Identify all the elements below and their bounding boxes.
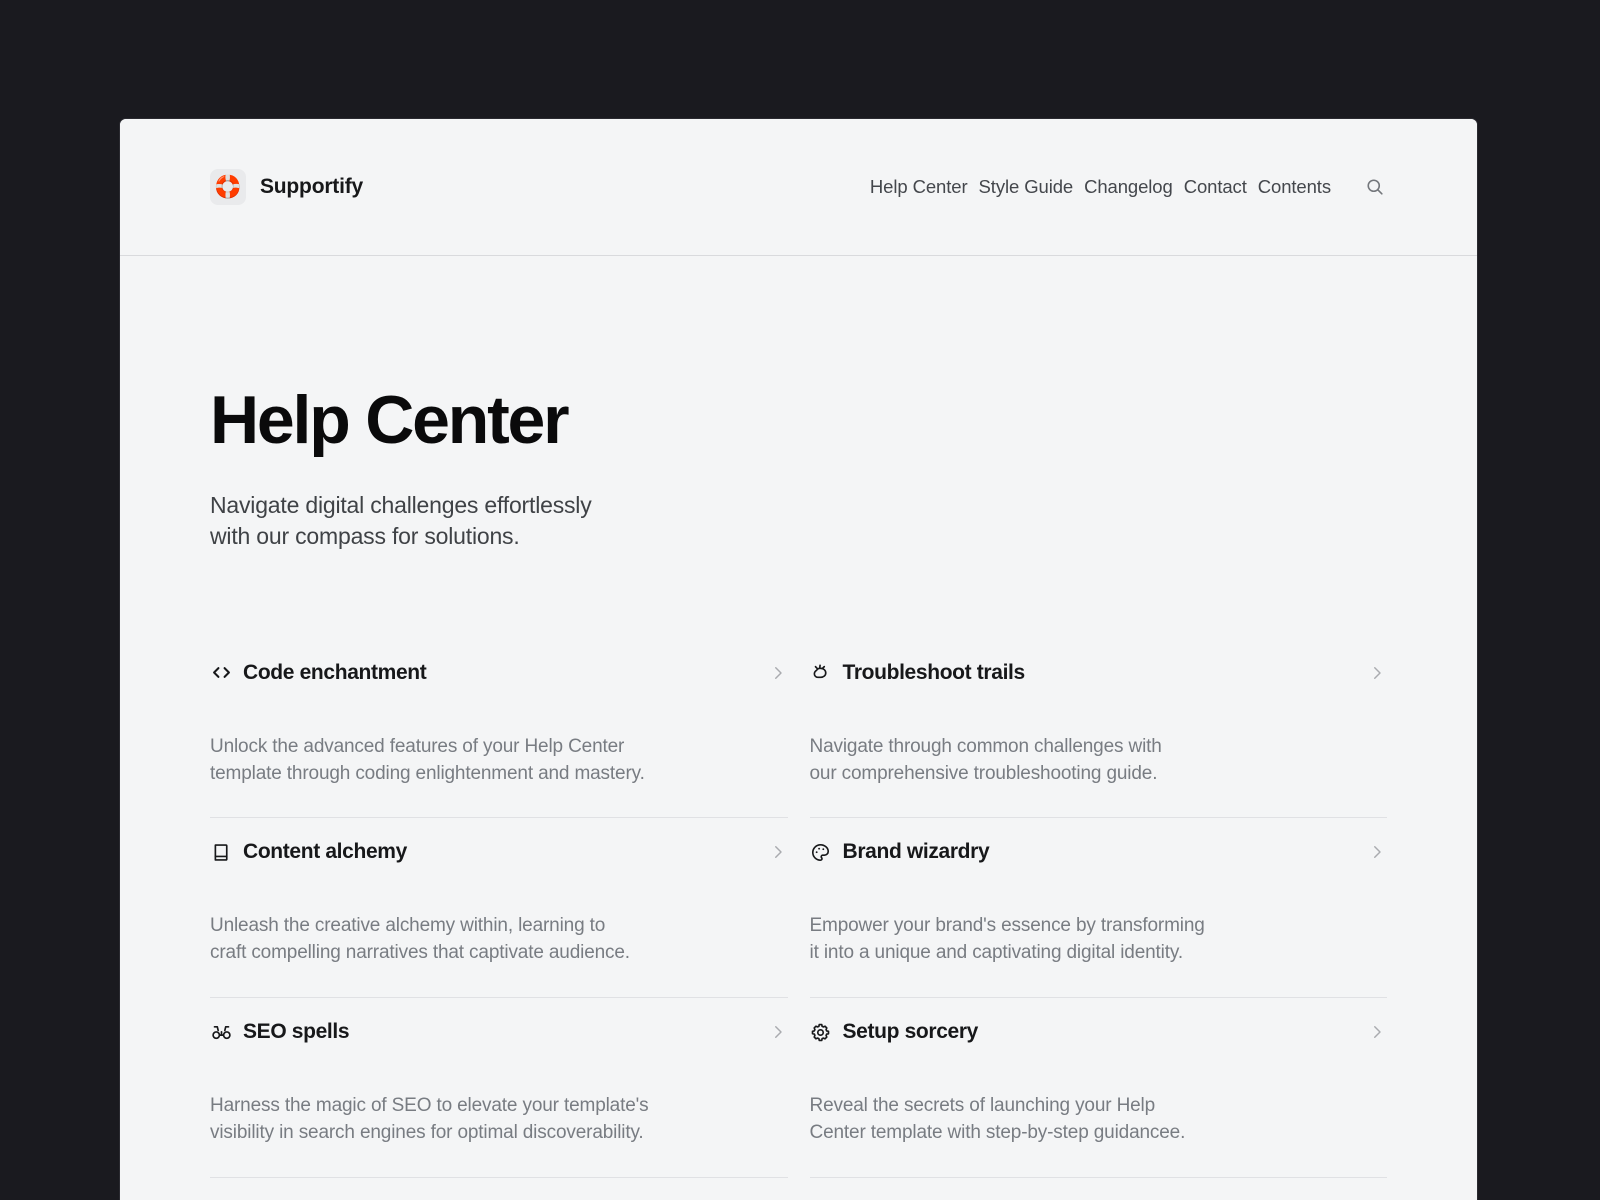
topic-card-seo-spells[interactable]: SEO spells Harness the magic of SEO to e… (210, 998, 788, 1179)
nav-item-style-guide[interactable]: Style Guide (979, 176, 1074, 198)
nav-item-changelog[interactable]: Changelog (1084, 176, 1173, 198)
chevron-right-icon (768, 663, 788, 683)
brand-name: Supportify (260, 175, 363, 198)
page-title: Help Center (210, 382, 570, 458)
topic-description: Reveal the secrets of launching your Hel… (809, 1095, 1186, 1144)
topic-description: Empower your brand's essence by transfor… (809, 915, 1205, 964)
topic-header: Code enchantment (210, 661, 788, 685)
code-icon (210, 662, 232, 684)
page-subtitle: Navigate digital challenges effortlessly… (210, 492, 592, 550)
search-icon[interactable] (1363, 175, 1387, 199)
screenshot-stage: 🛟 Supportify Help Center Style Guide Cha… (0, 0, 1600, 1200)
topic-title: Troubleshoot trails (842, 660, 1026, 684)
lifebuoy-icon: 🛟 (210, 169, 246, 205)
chevron-right-icon (768, 1022, 788, 1042)
page-viewport: 🛟 Supportify Help Center Style Guide Cha… (120, 119, 1477, 1200)
binoculars-icon (210, 1021, 232, 1043)
topic-card-brand-wizardry[interactable]: Brand wizardry Empower your brand's esse… (809, 818, 1388, 999)
topic-description: Harness the magic of SEO to elevate your… (210, 1095, 649, 1144)
topic-header: Brand wizardry (810, 840, 1388, 864)
topic-header: Setup sorcery (810, 1020, 1388, 1044)
nav-item-contact[interactable]: Contact (1184, 176, 1247, 198)
site-header: 🛟 Supportify Help Center Style Guide Cha… (120, 119, 1477, 256)
topic-description: Unlock the advanced features of your Hel… (210, 735, 645, 784)
topic-card-setup-sorcery[interactable]: Setup sorcery Reveal the secrets of laun… (809, 998, 1388, 1179)
chevron-right-icon (1367, 842, 1387, 862)
topic-header: SEO spells (210, 1020, 788, 1044)
chevron-right-icon (768, 842, 788, 862)
topic-grid: Code enchantment Unlock the advanced fea… (120, 661, 1477, 1179)
book-icon (210, 841, 232, 863)
hero-section: Help Center Navigate digital challenges … (120, 256, 1477, 553)
topic-card-code-enchantment[interactable]: Code enchantment Unlock the advanced fea… (210, 661, 788, 819)
chevron-right-icon (1367, 663, 1387, 683)
topic-title: Setup sorcery (842, 1020, 979, 1044)
topic-title: Code enchantment (243, 660, 427, 684)
topic-column-right: Troubleshoot trails Navigate through com… (809, 661, 1388, 1179)
brand-logo-link[interactable]: 🛟 Supportify (210, 169, 363, 205)
topic-description: Unleash the creative alchemy within, lea… (210, 915, 630, 964)
nav-item-help-center[interactable]: Help Center (870, 176, 968, 198)
gear-icon (810, 1021, 832, 1043)
topic-header: Content alchemy (210, 840, 788, 864)
topic-header: Troubleshoot trails (810, 661, 1388, 685)
topic-column-left: Code enchantment Unlock the advanced fea… (210, 661, 788, 1179)
topic-card-troubleshoot-trails[interactable]: Troubleshoot trails Navigate through com… (809, 661, 1388, 819)
topic-description: Navigate through common challenges with … (809, 735, 1162, 784)
topic-title: SEO spells (243, 1020, 350, 1044)
topic-title: Brand wizardry (842, 840, 990, 864)
topic-title: Content alchemy (243, 840, 407, 864)
topic-card-content-alchemy[interactable]: Content alchemy Unleash the creative alc… (210, 818, 788, 999)
palette-icon (810, 841, 832, 863)
chevron-right-icon (1367, 1022, 1387, 1042)
bug-icon (810, 662, 832, 684)
nav-item-contents[interactable]: Contents (1258, 176, 1331, 198)
primary-nav: Help Center Style Guide Changelog Contac… (870, 175, 1387, 199)
